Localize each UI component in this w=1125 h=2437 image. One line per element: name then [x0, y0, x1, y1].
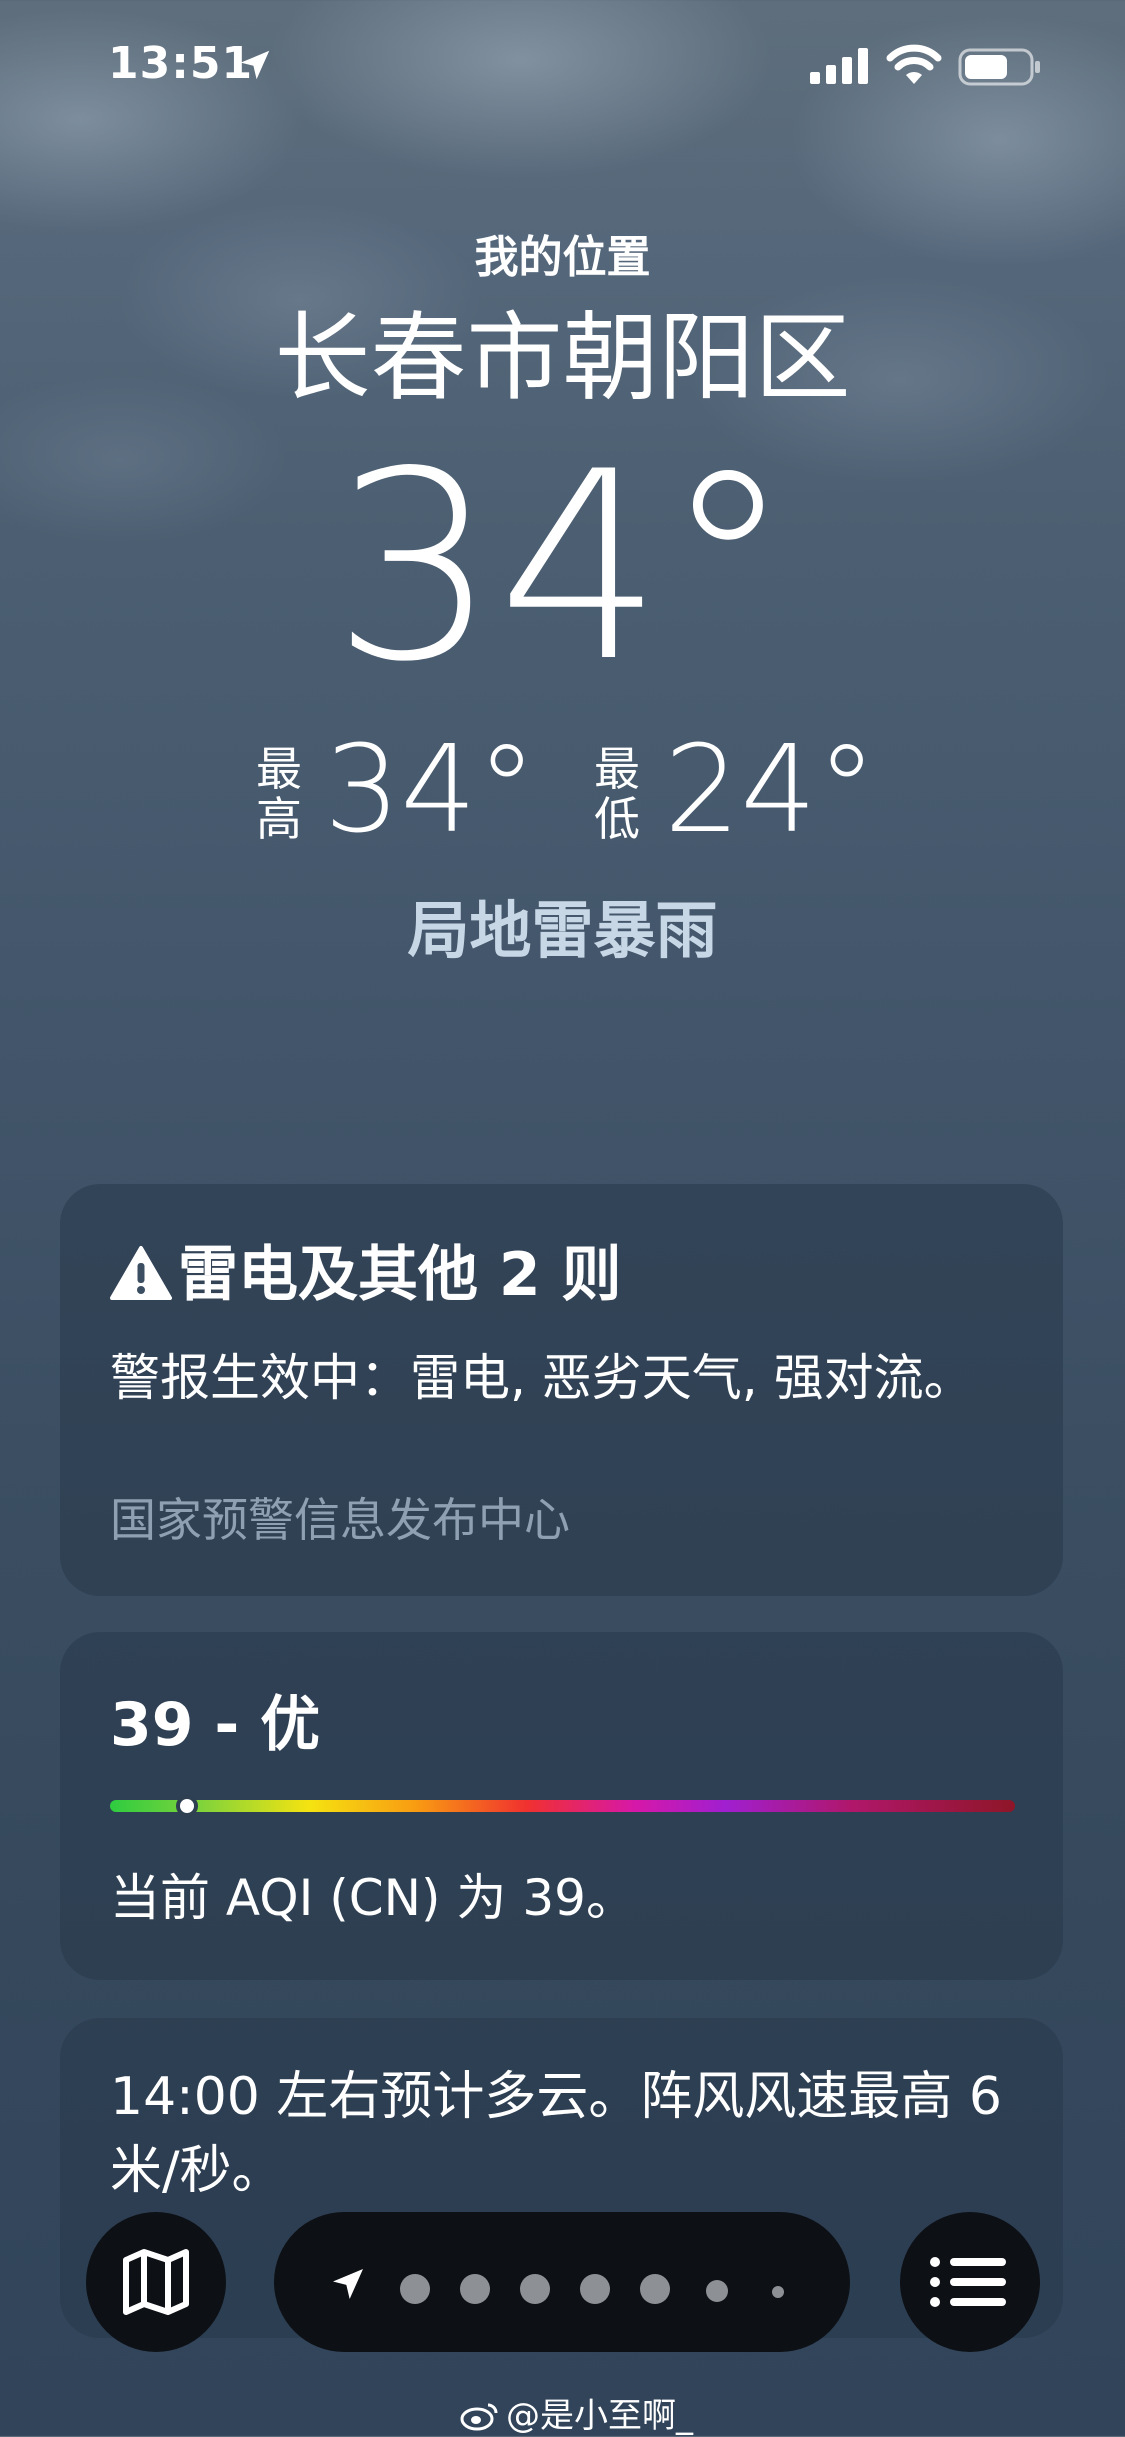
air-quality-card[interactable]: 39 - 优 当前 AQI (CN) 为 39。 — [60, 1632, 1063, 1980]
weather-header: 我的位置 长春市朝阳区 34° — [0, 228, 1125, 708]
alert-source: 国家预警信息发布中心 — [110, 1493, 570, 1547]
page-dot[interactable] — [706, 2280, 728, 2302]
high-low-temperature: 最高 34° 最低 24° — [0, 726, 1125, 856]
low-label: 最低 — [594, 742, 640, 846]
location-list-button[interactable] — [900, 2212, 1040, 2352]
page-dot[interactable] — [400, 2274, 430, 2304]
alert-description: 警报生效中：雷电, 恶劣天气, 强对流。 — [110, 1349, 974, 1407]
city-name: 长春市朝阳区 — [274, 302, 851, 414]
map-button[interactable] — [86, 2212, 226, 2352]
my-location-label: 我的位置 — [474, 232, 651, 283]
page-indicator[interactable] — [274, 2212, 850, 2352]
aqi-indicator-dot — [175, 1795, 198, 1817]
aqi-value-title: 39 - 优 — [110, 1690, 321, 1760]
page-dot[interactable] — [580, 2274, 610, 2304]
weibo-logo-icon — [460, 2403, 498, 2431]
watermark-text: @是小至啊_ — [506, 2396, 693, 2436]
alert-title: 雷电及其他 2 则 — [178, 1240, 622, 1310]
current-temperature: 34° — [332, 417, 793, 719]
page-dot[interactable] — [640, 2274, 670, 2304]
map-icon — [123, 2249, 189, 2315]
page-dot[interactable] — [460, 2274, 490, 2304]
status-time: 13:51 — [108, 38, 254, 89]
aqi-scale-bar — [110, 1795, 1015, 1817]
low-value: 24° — [664, 721, 877, 860]
cellular-signal-icon — [810, 48, 868, 84]
page-dot[interactable] — [772, 2286, 784, 2298]
high-label: 最高 — [256, 742, 302, 846]
list-icon — [930, 2257, 1006, 2307]
warning-icon — [110, 1246, 172, 1300]
battery-icon — [958, 48, 1040, 86]
wifi-icon — [886, 44, 942, 84]
forecast-summary: 14:00 左右预计多云。阵风风速最高 6 米/秒。 — [110, 2067, 1002, 2201]
status-bar: 13:51 — [0, 0, 1125, 130]
page-dot[interactable] — [520, 2274, 550, 2304]
alert-title-row: 雷电及其他 2 则 — [110, 1240, 622, 1310]
current-location-page-icon[interactable] — [328, 2264, 368, 2304]
severe-weather-alert-card[interactable]: 雷电及其他 2 则 警报生效中：雷电, 恶劣天气, 强对流。 国家预警信息发布中… — [60, 1184, 1063, 1596]
aqi-description: 当前 AQI (CN) 为 39。 — [110, 1869, 636, 1927]
weather-condition: 局地雷暴雨 — [407, 894, 718, 967]
location-arrow-icon — [240, 50, 270, 80]
watermark: @是小至啊_ — [460, 2388, 693, 2437]
bottom-toolbar — [0, 2200, 1125, 2360]
high-value: 34° — [324, 721, 537, 860]
